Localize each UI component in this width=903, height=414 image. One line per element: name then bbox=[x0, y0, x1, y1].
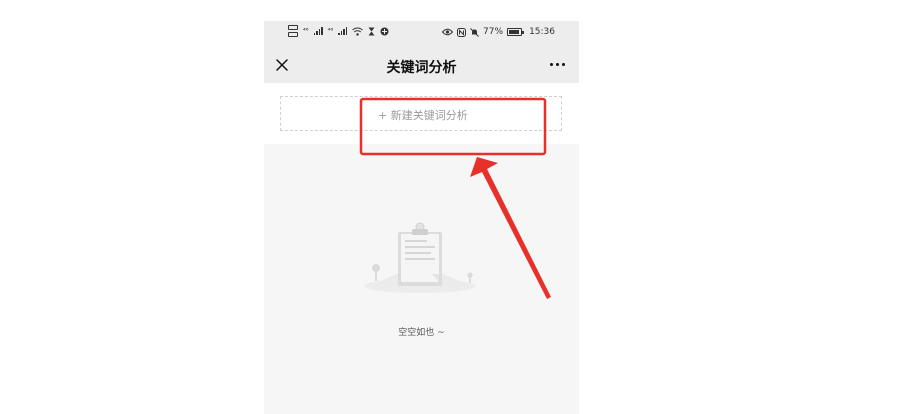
hourglass-icon bbox=[368, 27, 375, 35]
empty-state: 空空如也 ~ bbox=[264, 144, 579, 414]
vpn-icon bbox=[380, 27, 389, 35]
signal-label-2: ⁴⁶ bbox=[327, 27, 334, 35]
signal-icon bbox=[313, 27, 323, 35]
status-right: 77% 15:36 bbox=[442, 27, 555, 37]
page-title: 关键词分析 bbox=[386, 60, 457, 76]
battery-icon bbox=[507, 28, 525, 36]
nfc-icon bbox=[457, 27, 467, 37]
status-time: 15:36 bbox=[529, 27, 555, 37]
signal-icon-2 bbox=[338, 27, 348, 35]
new-keyword-analysis-button[interactable]: + 新建关键词分析 bbox=[280, 96, 562, 131]
clipboard-icon bbox=[364, 222, 476, 293]
wifi-icon bbox=[352, 27, 364, 36]
empty-state-text: 空空如也 ~ bbox=[398, 328, 445, 338]
more-icon[interactable] bbox=[550, 63, 565, 66]
eye-icon bbox=[442, 28, 454, 36]
status-left: ⁴⁶ ⁴⁶ bbox=[288, 25, 389, 37]
signal-label-1: ⁴⁶ bbox=[303, 27, 309, 35]
phone-screen: ⁴⁶ ⁴⁶ 77% 15:36 关键词分析 + 新建关键词分析 空空如也 ~ bbox=[264, 21, 579, 414]
mute-icon bbox=[470, 27, 479, 37]
sim-icon bbox=[288, 25, 298, 37]
status-bar: ⁴⁶ ⁴⁶ 77% 15:36 bbox=[264, 21, 579, 47]
new-keyword-analysis-label: + 新建关键词分析 bbox=[378, 109, 468, 122]
nav-bar: 关键词分析 bbox=[264, 47, 579, 83]
battery-percent: 77% bbox=[483, 27, 504, 37]
